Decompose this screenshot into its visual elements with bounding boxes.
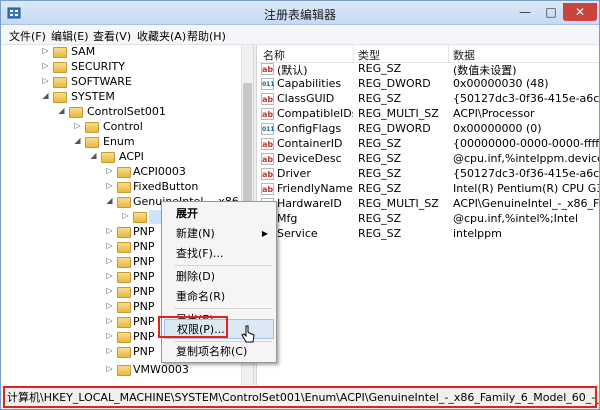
string-value-icon: ab <box>261 153 274 165</box>
binary-value-icon: 011 <box>261 78 275 90</box>
collapse-arrow-icon[interactable]: ◢ <box>89 151 98 160</box>
mouse-cursor-icon <box>241 325 255 343</box>
collapse-arrow-icon[interactable]: ◢ <box>41 91 50 100</box>
menu-view[interactable]: 查看(V) <box>93 28 131 44</box>
expand-arrow-icon[interactable]: ▷ <box>105 346 114 355</box>
menu-favorites[interactable]: 收藏夹(A) <box>137 28 186 44</box>
menu-find[interactable]: 查找(F)... <box>164 244 274 264</box>
menu-edit[interactable]: 编辑(E) <box>51 28 89 44</box>
value-row[interactable]: ab (默认) REG_SZ (数值未设置) <box>257 62 599 77</box>
collapse-arrow-icon[interactable]: ◢ <box>73 136 82 145</box>
value-row[interactable]: ab DeviceDesc REG_SZ @cpu.inf,%intelppm.… <box>257 152 599 167</box>
value-row[interactable]: ab ClassGUID REG_SZ {50127dc3-0f36-415e-… <box>257 92 599 107</box>
expand-arrow-icon[interactable]: ▷ <box>105 226 114 235</box>
column-divider[interactable] <box>353 45 354 63</box>
string-value-icon: ab <box>261 183 274 195</box>
value-row[interactable]: ab FriendlyName REG_SZ Intel(R) Pentium(… <box>257 182 599 197</box>
value-row[interactable]: 011 ConfigFlags REG_DWORD 0x00000000 (0) <box>257 122 599 137</box>
expand-arrow-icon[interactable]: ▷ <box>105 241 114 250</box>
column-header-data[interactable]: 数据 <box>453 47 475 63</box>
expand-arrow-icon[interactable]: ▷ <box>105 364 114 373</box>
submenu-arrow-icon: ▶ <box>261 229 268 238</box>
menu-delete[interactable]: 删除(D) <box>164 267 274 287</box>
column-header-type[interactable]: 类型 <box>358 47 380 63</box>
binary-value-icon: 011 <box>261 123 275 135</box>
folder-open-icon <box>85 137 99 148</box>
string-value-icon: ab <box>261 63 274 75</box>
expand-arrow-icon[interactable]: ▷ <box>105 286 114 295</box>
expand-arrow-icon[interactable]: ▷ <box>41 61 50 70</box>
title-bar: 注册表编辑器 — □ ✕ <box>1 1 599 25</box>
value-row[interactable]: ab Service REG_SZ intelppm <box>257 227 599 242</box>
expand-arrow-icon[interactable]: ▷ <box>121 211 130 220</box>
path-highlight-box <box>3 386 597 408</box>
expand-arrow-icon[interactable]: ▷ <box>41 46 50 55</box>
menu-separator <box>174 308 272 309</box>
collapse-arrow-icon[interactable]: ◢ <box>105 196 114 205</box>
close-button[interactable]: ✕ <box>563 3 597 21</box>
expand-arrow-icon[interactable]: ▷ <box>73 121 82 130</box>
folder-icon <box>117 287 131 298</box>
folder-icon <box>117 167 131 178</box>
expand-arrow-icon[interactable]: ▷ <box>105 271 114 280</box>
expand-arrow-icon[interactable]: ▷ <box>41 76 50 85</box>
menu-separator <box>174 265 272 266</box>
string-value-icon: ab <box>261 138 274 150</box>
expand-arrow-icon[interactable]: ▷ <box>105 256 114 265</box>
expand-arrow-icon[interactable]: ▷ <box>105 331 114 340</box>
folder-icon <box>133 212 147 223</box>
expand-arrow-icon[interactable]: ▷ <box>105 181 114 190</box>
context-menu: 展开 新建(N) ▶ 查找(F)... 删除(D) 重命名(R) 导出(E) 权… <box>161 201 277 363</box>
string-value-icon: ab <box>261 93 274 105</box>
expand-arrow-icon[interactable]: ▷ <box>105 316 114 325</box>
column-header-name[interactable]: 名称 <box>263 47 285 63</box>
expand-arrow-icon[interactable]: ▷ <box>105 301 114 310</box>
folder-icon <box>117 317 131 328</box>
folder-icon <box>117 227 131 238</box>
folder-open-icon <box>117 197 131 208</box>
menu-bar: 文件(F) 编辑(E) 查看(V) 收藏夹(A) 帮助(H) <box>1 25 599 45</box>
value-row[interactable]: 011 Capabilities REG_DWORD 0x00000030 (4… <box>257 77 599 92</box>
folder-icon <box>117 272 131 283</box>
value-row[interactable]: ab Mfg REG_SZ @cpu.inf,%intel%;Intel <box>257 212 599 227</box>
menu-copy-key-name[interactable]: 复制项名称(C) <box>164 342 274 362</box>
string-value-icon: ab <box>261 108 274 120</box>
list-header: 名称 类型 数据 <box>257 45 599 63</box>
folder-open-icon <box>69 107 83 118</box>
folder-icon <box>117 242 131 253</box>
folder-icon <box>117 257 131 268</box>
registry-editor-window: 注册表编辑器 — □ ✕ 文件(F) 编辑(E) 查看(V) 收藏夹(A) 帮助… <box>0 0 600 410</box>
folder-icon <box>117 365 131 376</box>
folder-icon <box>117 302 131 313</box>
value-row[interactable]: ab Driver REG_SZ {50127dc3-0f36-415e-a6c… <box>257 167 599 182</box>
menu-file[interactable]: 文件(F) <box>9 28 46 44</box>
menu-new-label: 新建(N) <box>176 227 215 240</box>
values-list-pane[interactable]: 名称 类型 数据 ab (默认) REG_SZ (数值未设置) 011 Capa… <box>257 45 599 385</box>
menu-rename[interactable]: 重命名(R) <box>164 287 274 307</box>
menu-expand[interactable]: 展开 <box>164 204 274 224</box>
minimize-button[interactable]: — <box>513 3 537 21</box>
folder-icon <box>117 182 131 193</box>
folder-icon <box>53 62 67 73</box>
window-title: 注册表编辑器 <box>263 8 336 22</box>
tree-scroll-thumb[interactable] <box>243 83 252 213</box>
folder-icon <box>53 77 67 88</box>
expand-arrow-icon[interactable]: ▷ <box>105 166 114 175</box>
maximize-button[interactable]: □ <box>539 3 563 21</box>
value-row[interactable]: ab CompatibleIDs REG_MULTI_SZ ACPI\Proce… <box>257 107 599 122</box>
folder-icon <box>117 332 131 343</box>
value-row[interactable]: ab ContainerID REG_SZ {00000000-0000-000… <box>257 137 599 152</box>
folder-open-icon <box>53 92 67 103</box>
string-value-icon: ab <box>261 168 274 180</box>
folder-icon <box>53 47 67 58</box>
collapse-arrow-icon[interactable]: ◢ <box>57 106 66 115</box>
menu-new[interactable]: 新建(N) ▶ <box>164 224 274 244</box>
folder-icon <box>85 122 99 133</box>
folder-icon <box>117 347 131 358</box>
folder-open-icon <box>101 152 115 163</box>
value-row[interactable]: ab HardwareID REG_MULTI_SZ ACPI\GenuineI… <box>257 197 599 212</box>
menu-help[interactable]: 帮助(H) <box>187 28 226 44</box>
permissions-highlight-box <box>158 316 228 338</box>
column-divider[interactable] <box>448 45 449 63</box>
